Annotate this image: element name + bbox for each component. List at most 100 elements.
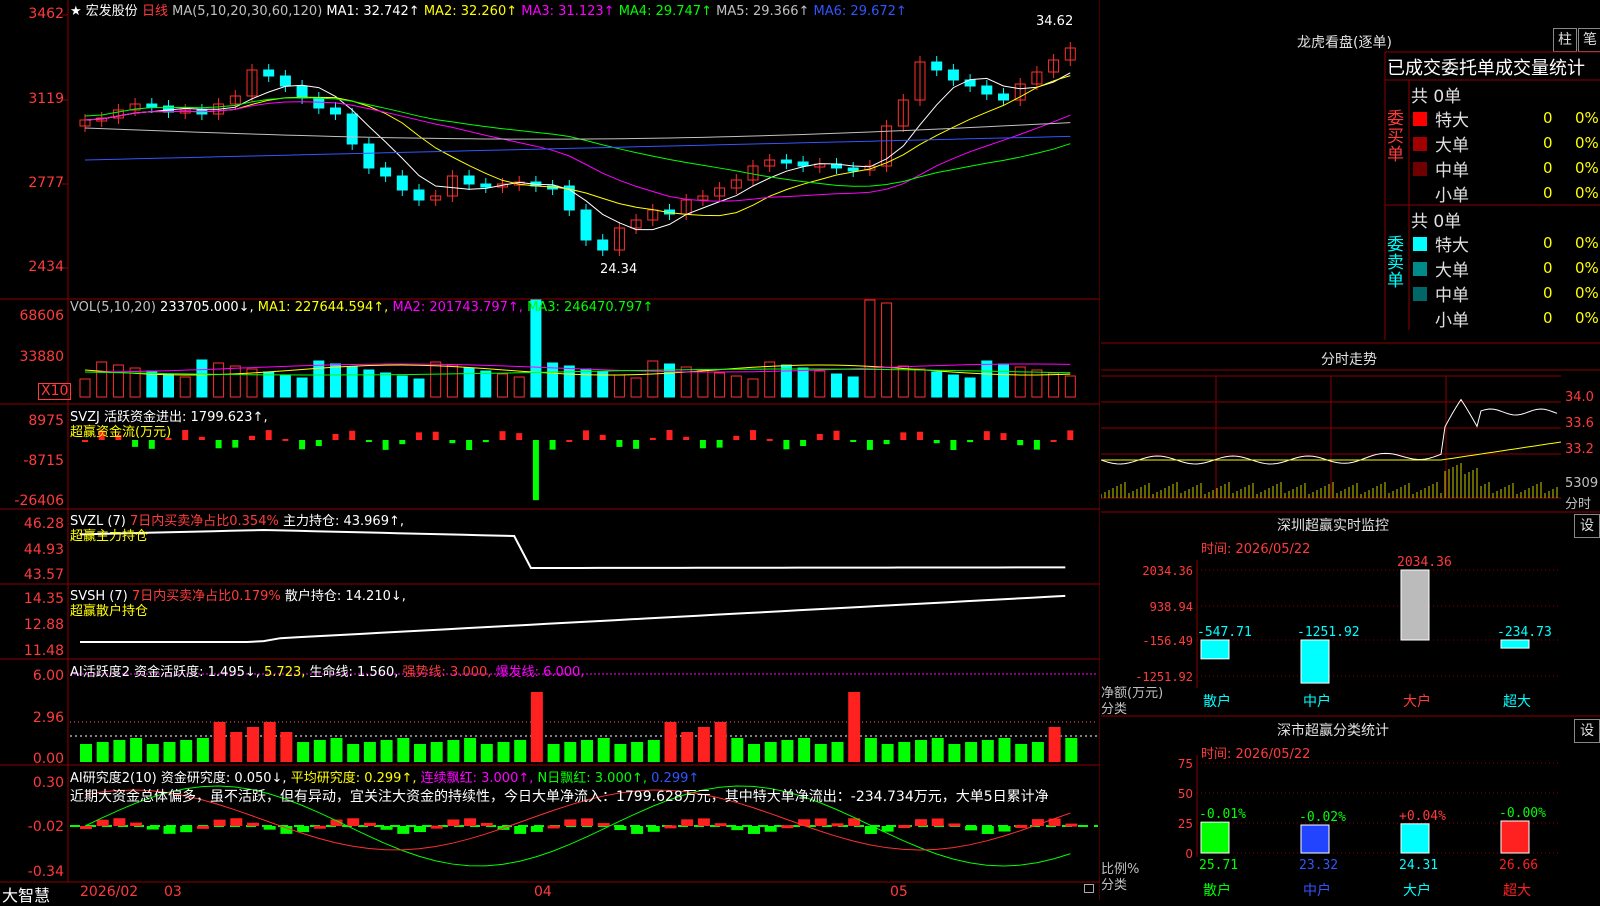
vol-ma: MA3: 246470.797↑ <box>527 300 654 315</box>
intraday-chart[interactable] <box>1101 372 1600 512</box>
sz-title: 深圳超赢实时监控 <box>1277 518 1389 534</box>
volume-bar <box>330 363 341 398</box>
ma-item: MA1: 32.742↑ <box>326 4 420 19</box>
ai2-avg: 平均研究度: 0.299↑, <box>290 771 417 786</box>
volume-bar <box>563 365 575 398</box>
svzj-bar <box>1050 439 1057 442</box>
order-type-label: 小单 <box>1435 311 1469 331</box>
svzj-bar <box>649 437 656 440</box>
volume-bar <box>1048 372 1060 398</box>
volume-bar <box>346 366 358 398</box>
sc-axis-label: 50 <box>1178 787 1193 801</box>
ai1-bar <box>714 722 727 762</box>
candle-body <box>931 61 943 71</box>
ai2-bar <box>80 826 92 829</box>
svzj-bar <box>716 440 723 448</box>
ai1-bar <box>263 722 276 762</box>
ai1-bar <box>247 727 259 762</box>
ai2-bar <box>597 823 610 827</box>
buy-total: 共 0单 <box>1411 87 1462 107</box>
volume-bar <box>897 365 909 398</box>
order-percent: 0% <box>1575 134 1599 152</box>
sc-bar-value: 26.66 <box>1499 858 1538 873</box>
ai1-bar <box>948 744 961 762</box>
ai1-bar <box>80 744 92 762</box>
ai2-bar <box>931 818 944 826</box>
candlestick-chart[interactable] <box>0 0 1100 900</box>
svzj-bar <box>182 430 189 440</box>
order-type-label: 中单 <box>1435 286 1469 306</box>
sc-settings-button[interactable]: 设 <box>1574 719 1600 743</box>
candle-body <box>146 103 158 108</box>
ai2-nred: N日飘红: 3.000↑, <box>537 771 648 786</box>
order-color-swatch <box>1413 237 1427 251</box>
svsh-hold: 散户持仓: 14.210↓, <box>284 589 406 604</box>
ai2-axis-label: -0.02 <box>27 819 64 835</box>
volume-bar <box>998 363 1009 398</box>
svsh-axis-label: 11.48 <box>23 643 64 659</box>
ai2-bar <box>731 826 744 831</box>
order-percent: 0% <box>1575 184 1599 202</box>
sc-bar-value: 25.71 <box>1199 858 1238 873</box>
sc-bar-delta: -0.02% <box>1299 810 1346 825</box>
time-axis-label: 03 <box>164 884 182 900</box>
candle-body <box>163 105 174 113</box>
volume-bar <box>146 370 158 398</box>
ai1-bar <box>781 740 794 762</box>
sc-bar <box>1400 823 1430 854</box>
sz-settings-button[interactable]: 设 <box>1574 514 1600 538</box>
vol-header: VOL(5,10,20) <box>70 300 156 315</box>
fs-axis-label: 33.2 <box>1565 442 1594 457</box>
order-type-label: 大单 <box>1435 136 1469 156</box>
ai2-bar <box>664 825 677 829</box>
volume-bar <box>714 372 726 398</box>
volume-bar <box>780 364 792 398</box>
svzj-bar <box>299 440 306 450</box>
svzl-axis-label: 43.57 <box>23 567 64 583</box>
candle-body <box>279 75 291 87</box>
stats-tabs[interactable]: 已成交委托单成交量统计 <box>1387 54 1600 80</box>
candle-body <box>780 159 792 164</box>
ai2-bar <box>581 818 593 826</box>
ai1-bar <box>798 738 811 762</box>
sc-title: 深市超赢分类统计 <box>1277 723 1389 739</box>
ai1-value: 5.723, <box>264 665 306 680</box>
candle-body <box>313 97 325 109</box>
svzj-bar <box>466 440 473 450</box>
vol-ma2-line <box>84 363 1071 373</box>
svzj-bar <box>249 435 255 440</box>
ai2-bar <box>447 819 460 826</box>
sz-bar-value: 2034.36 <box>1397 555 1452 570</box>
order-percent: 0% <box>1575 284 1599 302</box>
ai2-bar <box>464 818 477 826</box>
volume-bar <box>881 302 893 398</box>
ai1-bar <box>1015 744 1028 762</box>
favorite-star-icon[interactable]: ★ <box>70 4 82 19</box>
sc-bar-value: 24.31 <box>1399 858 1438 873</box>
period-label[interactable]: 日线 <box>142 4 168 19</box>
ai2-bar <box>1015 824 1028 828</box>
ai2-bar <box>564 819 577 826</box>
sz-category-label: 中户 <box>1303 693 1331 710</box>
ai1-bar <box>547 744 560 762</box>
vol-unit-label: X10 <box>38 383 72 400</box>
volume-bar <box>580 368 592 398</box>
order-count: 0 <box>1543 259 1553 277</box>
candle-body <box>380 167 392 177</box>
sz-axis-label: 2034.36 <box>1142 564 1193 578</box>
vol-ma: MA2: 201743.797↑, <box>392 300 523 315</box>
volume-bar <box>497 373 508 398</box>
side-panel: 龙虎看盘(逐单) 柱 笔 已成交委托单成交量统计 委买单 委卖单 共 0单 共 … <box>1101 0 1600 900</box>
sc-xlabel: 分类 <box>1101 878 1128 893</box>
ai2-bar <box>263 826 276 830</box>
ai2-bar <box>965 826 978 831</box>
candle-body <box>346 113 358 145</box>
ai2-bar <box>530 826 543 832</box>
lock-icon[interactable] <box>1084 884 1094 893</box>
order-count: 0 <box>1543 234 1553 252</box>
main-chart-area[interactable]: ★ 宏发股份 日线 MA(5,10,20,30,60,120) MA1: 32.… <box>0 0 1100 905</box>
svzj-bar <box>365 440 372 442</box>
order-color-swatch <box>1413 162 1427 176</box>
ai1-bar <box>697 727 710 762</box>
sz-bar <box>1300 639 1330 684</box>
